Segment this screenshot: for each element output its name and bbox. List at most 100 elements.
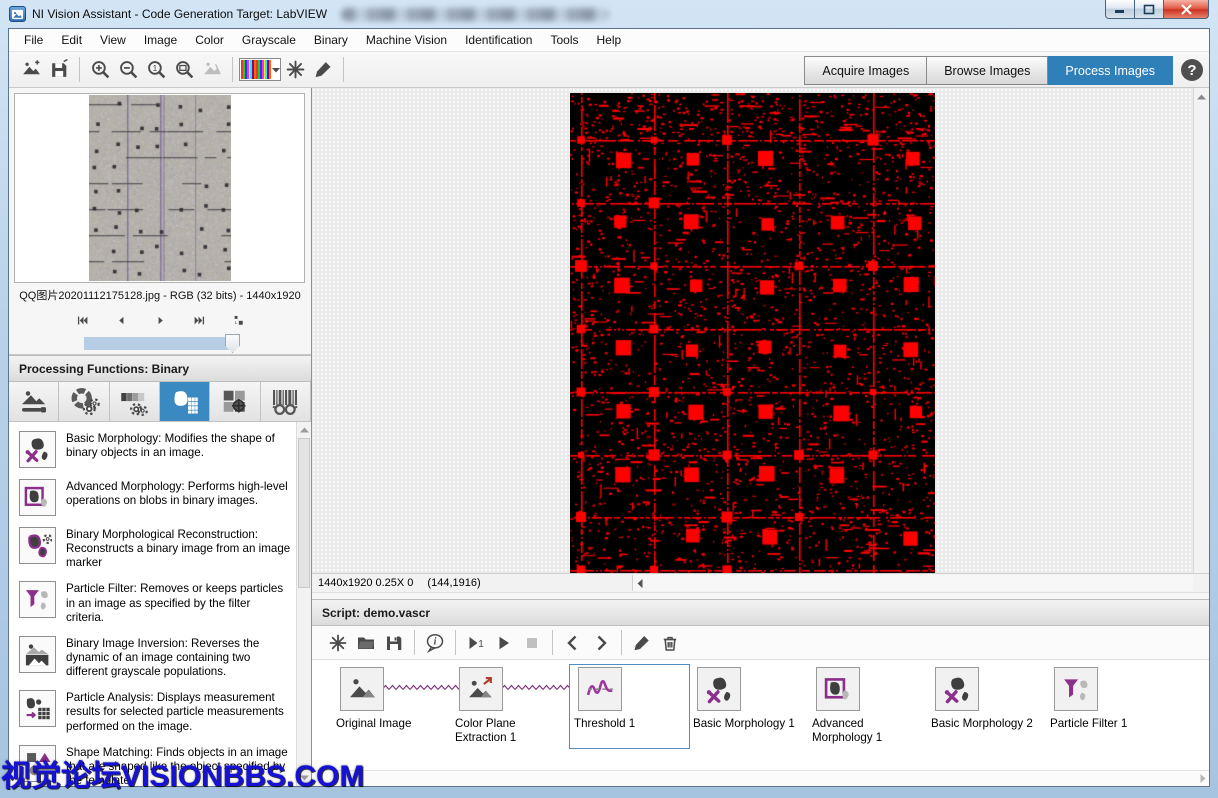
function-list-item[interactable]: Basic Morphology: Modifies the shape of … xyxy=(17,426,291,474)
script-header: Script: demo.vascr xyxy=(312,599,1209,626)
zoom-1-1-icon[interactable]: 1 xyxy=(142,57,170,83)
left-panel: QQ图片20201112175128.jpg - RGB (32 bits) -… xyxy=(9,88,312,786)
color-palette-dropdown[interactable] xyxy=(239,58,281,81)
color-plane-extraction-icon[interactable] xyxy=(459,667,503,711)
process-images-button[interactable]: Process Images xyxy=(1048,56,1173,85)
scroll-up-icon[interactable] xyxy=(1194,90,1209,104)
menu-item[interactable]: View xyxy=(91,30,135,50)
script-step[interactable]: Threshold 1 xyxy=(570,665,689,748)
acquire-images-button[interactable]: Acquire Images xyxy=(804,56,927,85)
thumbnail-frame xyxy=(14,93,305,283)
tab-binary[interactable] xyxy=(160,382,210,421)
main-toolbar: 1 Acquire Images Browse Images Process I… xyxy=(9,52,1209,88)
function-list-item[interactable]: Particle Filter: Removes or keeps partic… xyxy=(17,576,291,630)
script-step[interactable]: Basic Morphology 2 xyxy=(927,665,1046,748)
script-step[interactable]: Original Image xyxy=(332,665,451,748)
script-step[interactable]: Advanced Morphology 1 xyxy=(808,665,927,748)
annotate-icon[interactable] xyxy=(309,57,337,83)
menu-item[interactable]: Image xyxy=(135,30,186,50)
tab-image[interactable] xyxy=(9,382,59,421)
scroll-left-icon[interactable] xyxy=(633,579,647,588)
edit-step-icon[interactable] xyxy=(628,630,656,656)
script-step[interactable]: Color Plane Extraction 1 xyxy=(451,665,570,748)
tab-machine-vision[interactable] xyxy=(210,382,260,421)
tab-identification[interactable] xyxy=(261,382,311,421)
run-script-icon[interactable] xyxy=(490,630,518,656)
tab-color-icon xyxy=(67,387,101,417)
delete-step-icon[interactable] xyxy=(656,630,684,656)
maximize-button[interactable] xyxy=(1135,0,1163,19)
status-image-info: 1440x1920 0.25X 0 xyxy=(318,577,413,589)
scrollbar-thumb[interactable] xyxy=(298,438,310,588)
menu-item[interactable]: Machine Vision xyxy=(357,30,456,50)
stop-script-icon xyxy=(518,630,546,656)
main-panel: 1440x1920 0.25X 0 (144,1916) Script: dem… xyxy=(312,88,1209,786)
slider-thumb[interactable] xyxy=(225,334,240,353)
save-script-icon[interactable] xyxy=(380,630,408,656)
palette-stripes-icon xyxy=(241,60,271,79)
basic-morphology-icon[interactable] xyxy=(935,667,979,711)
basic-morphology-icon[interactable] xyxy=(697,667,741,711)
advanced-morphology-icon[interactable] xyxy=(816,667,860,711)
function-list-item[interactable]: Particle Analysis: Displays measurement … xyxy=(17,685,291,739)
binary-reconstruction-icon xyxy=(19,527,56,564)
application-window: NI Vision Assistant - Code Generation Ta… xyxy=(0,0,1218,798)
step-back-icon[interactable] xyxy=(559,630,587,656)
content-area: QQ图片20201112175128.jpg - RGB (32 bits) -… xyxy=(9,88,1209,786)
menu-item[interactable]: File xyxy=(15,30,52,50)
menu-item[interactable]: Edit xyxy=(52,30,91,50)
image-viewport[interactable] xyxy=(312,88,1209,573)
save-image-icon[interactable] xyxy=(45,57,73,83)
binary-image-canvas[interactable] xyxy=(570,93,935,573)
new-script-icon[interactable] xyxy=(324,630,352,656)
function-list-scrollbar[interactable] xyxy=(296,422,311,786)
tab-image-icon xyxy=(17,387,51,417)
zoom-out-icon[interactable] xyxy=(114,57,142,83)
script-info-icon[interactable]: i xyxy=(421,630,449,656)
zoom-fit-icon[interactable] xyxy=(170,57,198,83)
close-button[interactable] xyxy=(1163,0,1209,19)
minimize-button[interactable] xyxy=(1105,0,1135,19)
new-roi-icon[interactable] xyxy=(281,57,309,83)
menu-item[interactable]: Tools xyxy=(541,30,587,50)
last-image-button[interactable] xyxy=(190,312,208,328)
viewport-scrollbar[interactable] xyxy=(1193,88,1209,573)
tab-color[interactable] xyxy=(59,382,109,421)
script-steps: Original Image Color Plane Extraction 1 … xyxy=(312,660,1209,748)
status-cursor-coords: (144,1916) xyxy=(427,577,480,589)
image-position-slider[interactable] xyxy=(84,337,236,350)
first-image-button[interactable] xyxy=(73,312,91,328)
thumbnail-image-canvas[interactable] xyxy=(89,95,231,281)
prev-image-button[interactable] xyxy=(112,312,130,328)
threshold-icon[interactable] xyxy=(578,667,622,711)
horizontal-scrollbar[interactable] xyxy=(632,575,1193,591)
tab-grayscale[interactable] xyxy=(110,382,160,421)
menu-item[interactable]: Color xyxy=(186,30,233,50)
scroll-right-icon[interactable] xyxy=(1200,771,1206,786)
help-button[interactable]: ? xyxy=(1181,59,1203,81)
script-step[interactable]: Basic Morphology 1 xyxy=(689,665,808,748)
script-step[interactable]: Particle Filter 1 xyxy=(1046,665,1165,748)
script-steps-area: Original Image Color Plane Extraction 1 … xyxy=(312,660,1209,770)
toolbar-separator xyxy=(621,630,622,655)
function-list-item[interactable]: Advanced Morphology: Performs high-level… xyxy=(17,474,291,522)
zoom-in-icon[interactable] xyxy=(86,57,114,83)
browse-images-button[interactable]: Browse Images xyxy=(927,56,1048,85)
next-image-button[interactable] xyxy=(151,312,169,328)
scroll-up-icon[interactable] xyxy=(297,423,311,437)
function-list-item[interactable]: Binary Image Inversion: Reverses the dyn… xyxy=(17,631,291,685)
step-forward-icon[interactable] xyxy=(587,630,615,656)
thumbnail-mode-icon[interactable]: L xyxy=(229,312,247,328)
original-image-icon[interactable] xyxy=(340,667,384,711)
function-list-item[interactable]: Binary Morphological Reconstruction: Rec… xyxy=(17,522,291,576)
run-once-icon[interactable]: 1 xyxy=(462,630,490,656)
particle-filter-icon[interactable] xyxy=(1054,667,1098,711)
processing-functions-header: Processing Functions: Binary xyxy=(9,355,311,382)
script-scrollbar[interactable] xyxy=(312,770,1209,786)
new-image-icon[interactable] xyxy=(17,57,45,83)
open-script-icon[interactable] xyxy=(352,630,380,656)
menu-item[interactable]: Identification xyxy=(456,30,541,50)
menu-item[interactable]: Binary xyxy=(305,30,357,50)
menu-item[interactable]: Grayscale xyxy=(233,30,305,50)
menu-item[interactable]: Help xyxy=(588,30,631,50)
